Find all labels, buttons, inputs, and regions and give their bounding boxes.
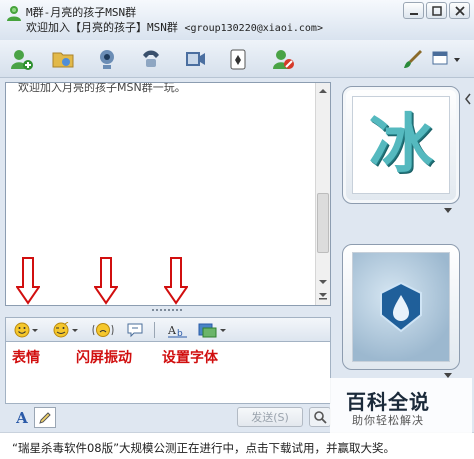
layout-icon (432, 51, 460, 65)
watermark-subtitle: 助你轻松解决 (352, 414, 424, 427)
collapse-panel-button[interactable] (462, 86, 474, 112)
chevron-down-icon (32, 328, 38, 332)
invite-contact-button[interactable] (8, 46, 34, 72)
compose-actions: A 发送(S) (5, 405, 331, 429)
avatar-options-icon[interactable] (444, 208, 452, 214)
wink-icon (53, 322, 69, 338)
title-bar: M群-月亮的孩子MSN群 欢迎加入【月亮的孩子】MSN群 <group13022… (0, 0, 474, 40)
phone-icon (143, 50, 159, 67)
annotation-nudge-label: 闪屏振动 (76, 350, 132, 366)
layout-menu-button[interactable] (428, 46, 468, 72)
format-toolbar: A b (5, 317, 331, 342)
group-email: <group130220@xiaoi.com> (184, 23, 323, 34)
contact-avatar[interactable]: 冰 (342, 86, 460, 204)
voice-clip-button[interactable] (126, 321, 144, 339)
add-contact-icon (11, 50, 33, 70)
scroll-end-icon[interactable] (318, 291, 328, 301)
annotation-arrow-nudge (94, 257, 118, 305)
smiley-icon (14, 322, 30, 338)
chevron-down-icon (72, 328, 78, 332)
minimize-button[interactable] (403, 2, 424, 19)
toolbar-separator (154, 322, 155, 338)
speech-bubble-icon (127, 323, 143, 338)
pencil-icon (39, 411, 51, 424)
window-subtitle: 欢迎加入【月亮的孩子】MSN群 <group130220@xiaoi.com> (26, 19, 323, 35)
avatar-frame: 冰 (352, 96, 450, 194)
maximize-icon (431, 5, 442, 16)
annotation-emoticon-label: 表情 (12, 350, 40, 366)
search-button[interactable] (309, 407, 331, 427)
video-call-button[interactable] (94, 46, 120, 72)
background-icon (198, 323, 217, 338)
window-title: M群-月亮的孩子MSN群 (26, 6, 137, 19)
ad-status-bar: “瑞星杀毒软件08版”大规模公测正在进行中，点击下载试用，并赢取大奖。 (0, 432, 474, 459)
minimize-icon (409, 12, 418, 15)
background-button[interactable] (198, 321, 226, 339)
watermark: 百科全说 助你轻松解决 (330, 378, 472, 434)
emoticon-button[interactable] (14, 321, 38, 339)
activities-button[interactable] (182, 46, 208, 72)
svg-text:A: A (168, 324, 177, 337)
nudge-icon (92, 323, 114, 337)
block-button[interactable] (270, 46, 296, 72)
annotation-arrow-emoticon (16, 257, 40, 305)
send-button[interactable]: 发送(S) (237, 407, 303, 427)
voice-call-button[interactable] (138, 46, 164, 72)
ink-mode-tab[interactable] (34, 407, 56, 428)
film-icon (186, 52, 205, 66)
font-icon: A b (168, 324, 187, 338)
wink-button[interactable] (52, 321, 78, 339)
paint-brush-button[interactable] (400, 46, 426, 72)
scrollbar-thumb[interactable] (317, 193, 329, 253)
nudge-button[interactable] (92, 321, 114, 339)
cards-icon (230, 49, 246, 70)
scroll-down-icon[interactable] (318, 277, 328, 287)
close-icon (454, 5, 465, 16)
main-toolbar (0, 40, 474, 78)
folder-icon (52, 52, 74, 68)
history-message: 欢迎加入月亮的孩子MSN群一玩。 (18, 83, 186, 94)
pane-splitter[interactable] (150, 309, 184, 314)
my-avatar[interactable] (342, 244, 460, 370)
avatar-character: 冰 (369, 107, 433, 182)
block-contact-icon (273, 50, 294, 69)
send-files-button[interactable] (50, 46, 76, 72)
close-button[interactable] (449, 2, 470, 19)
msn-buddy-icon (7, 6, 21, 21)
text-mode-tab[interactable]: A (11, 407, 33, 428)
font-button[interactable]: A b (168, 321, 188, 339)
annotation-font-label: 设置字体 (162, 350, 218, 366)
ad-link[interactable]: “瑞星杀毒软件08版”大规模公测正在进行中，点击下载试用，并赢取大奖。 (12, 440, 395, 456)
games-button[interactable] (226, 46, 252, 72)
annotation-arrow-font (164, 257, 188, 305)
search-icon (314, 411, 327, 424)
paint-brush-icon (404, 50, 422, 68)
webcam-icon (100, 50, 114, 69)
maximize-button[interactable] (426, 2, 447, 19)
watermark-title: 百科全说 (346, 390, 430, 414)
group-welcome: 欢迎加入【月亮的孩子】MSN群 (26, 21, 178, 34)
water-drop-shield-icon (380, 281, 422, 333)
scroll-up-icon[interactable] (318, 86, 328, 96)
my-avatar-frame (352, 252, 450, 362)
chevron-left-icon (465, 93, 471, 105)
history-scrollbar[interactable] (315, 83, 330, 305)
chevron-down-icon (220, 328, 226, 332)
window-controls (403, 2, 470, 19)
